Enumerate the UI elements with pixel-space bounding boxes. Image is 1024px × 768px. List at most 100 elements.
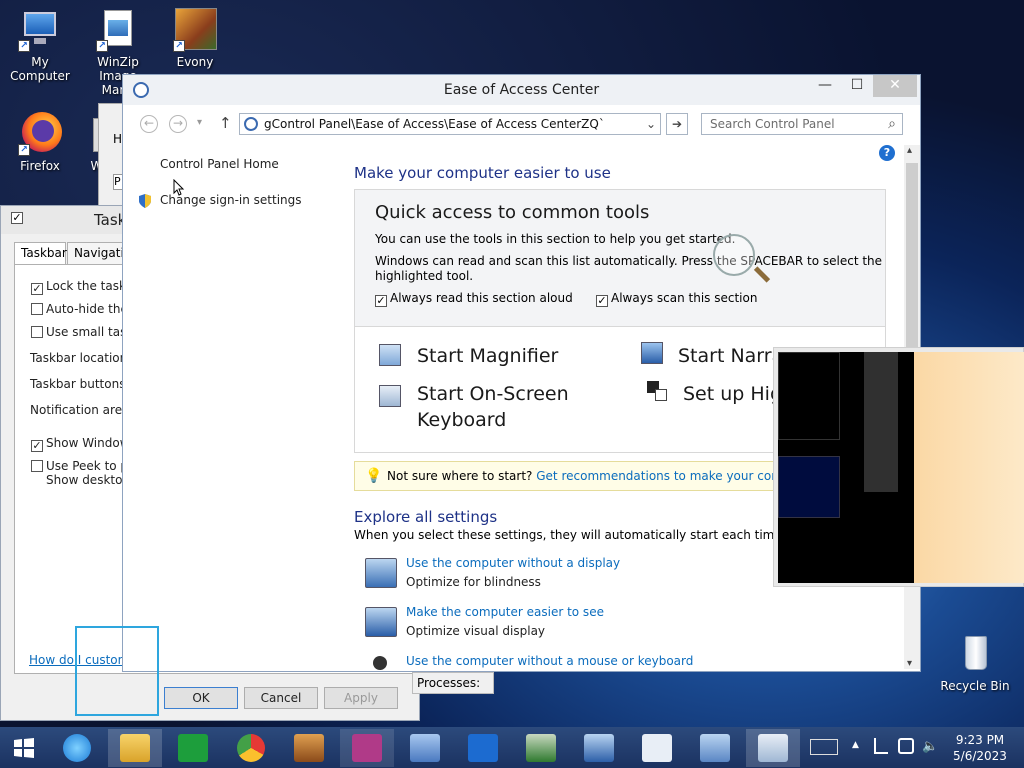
tab-taskbar[interactable]: Taskbar xyxy=(14,242,67,265)
cancel-button[interactable]: Cancel xyxy=(244,687,318,709)
desktop-icon-label: Firefox xyxy=(20,159,60,173)
taskbar-buttons-label: Taskbar buttons: xyxy=(30,377,130,391)
start-narrator-link[interactable]: Start Narra xyxy=(678,345,783,367)
explore-heading: Explore all settings xyxy=(354,508,498,526)
taskbar: ▲ 🔈 9:23 PM 5/6/2023 xyxy=(0,727,1024,768)
checklist-icon xyxy=(642,734,672,762)
show-hidden-icons[interactable]: ▲ xyxy=(852,740,859,750)
my-computer-icon[interactable]: ↗ My Computer xyxy=(0,8,80,83)
mail-icon xyxy=(468,734,498,762)
quick-access-title: Quick access to common tools xyxy=(375,202,650,223)
clock-time: 9:23 PM xyxy=(955,733,1005,747)
evony-icon[interactable]: ↗ Evony xyxy=(155,8,235,69)
clock[interactable]: 9:23 PM 5/6/2023 xyxy=(950,732,1010,764)
task-manager-icon xyxy=(526,734,556,762)
remote-taskbar[interactable] xyxy=(572,729,626,767)
explore-description: When you select these settings, they wil… xyxy=(354,528,837,542)
folder-icon xyxy=(120,734,150,762)
start-magnifier-link[interactable]: Start Magnifier xyxy=(417,345,558,367)
chrome-taskbar[interactable] xyxy=(224,729,278,767)
quick-access-line: You can use the tools in this section to… xyxy=(375,232,736,246)
always-scan-checkbox[interactable]: ✓ Always scan this section xyxy=(596,291,757,307)
media-icon xyxy=(294,734,324,762)
scroll-down-icon[interactable]: ▾ xyxy=(907,658,912,669)
forward-arrow-icon[interactable]: → xyxy=(169,115,187,133)
control-panel-taskbar[interactable] xyxy=(398,729,452,767)
network-icon[interactable] xyxy=(898,738,914,754)
media-taskbar[interactable] xyxy=(282,729,336,767)
start-button[interactable] xyxy=(0,729,48,767)
checkbox[interactable]: ✓ xyxy=(31,283,43,295)
chrome-icon xyxy=(237,734,265,762)
maximize-button[interactable]: ☐ xyxy=(841,75,873,97)
checkbox[interactable] xyxy=(31,326,43,338)
quick-access-line: highlighted tool. xyxy=(375,269,474,283)
control-panel-icon xyxy=(410,734,440,762)
address-bar[interactable]: gControl Panel\Ease of Access\Ease of Ac… xyxy=(239,113,661,135)
apply-button[interactable]: Apply xyxy=(324,687,398,709)
desktop-icon-label: My Computer xyxy=(10,55,70,83)
monitor-setting-icon xyxy=(365,607,397,637)
task-manager-status: Processes: xyxy=(412,672,494,694)
checkbox[interactable] xyxy=(31,303,43,315)
windows-logo-icon xyxy=(14,738,34,758)
internet-explorer-taskbar[interactable] xyxy=(50,729,104,767)
camera-taskbar[interactable] xyxy=(340,729,394,767)
shield-icon xyxy=(137,193,153,212)
magnifier-tool-icon xyxy=(379,344,401,366)
ease-of-access-taskbar[interactable] xyxy=(746,729,800,767)
preview-thumbnail-panel xyxy=(773,347,1024,587)
mouse-cursor-icon xyxy=(173,178,185,200)
set-up-high-contrast-link[interactable]: Set up Hig xyxy=(683,383,782,405)
lightbulb-icon: 💡 xyxy=(365,468,383,484)
up-arrow-icon[interactable]: ↑ xyxy=(219,114,232,132)
navigation-bar: ← → ▾ ↑ gControl Panel\Ease of Access\Ea… xyxy=(123,107,920,137)
start-osk-link[interactable]: Start On-Screen Keyboard xyxy=(417,383,569,435)
search-input[interactable]: Search Control Panel ⌕ xyxy=(701,113,903,135)
always-read-checkbox[interactable]: ✓ Always read this section aloud xyxy=(375,291,573,307)
monitor-icon xyxy=(584,734,614,762)
high-contrast-tool-icon xyxy=(647,381,669,403)
scroll-up-icon[interactable]: ▴ xyxy=(907,145,912,156)
volume-icon[interactable]: 🔈 xyxy=(922,739,938,754)
address-ease-icon xyxy=(244,117,258,131)
person-setting-icon xyxy=(373,656,387,670)
file-explorer-taskbar[interactable] xyxy=(108,729,162,767)
address-text: gControl Panel\Ease of Access\Ease of Ac… xyxy=(264,117,605,131)
checkbox[interactable]: ✓ xyxy=(31,440,43,452)
flag-icon[interactable] xyxy=(874,738,888,754)
recycle-bin-icon[interactable]: Recycle Bin xyxy=(935,632,1015,693)
help-icon[interactable]: ? xyxy=(879,145,895,161)
window-icon xyxy=(700,734,730,762)
back-arrow-icon[interactable]: ← xyxy=(140,115,158,133)
ok-button[interactable]: OK xyxy=(164,687,238,709)
title-bar: Ease of Access Center — ☐ ✕ xyxy=(123,75,920,105)
go-arrow-icon[interactable]: ➔ xyxy=(666,113,688,135)
control-panel-home-link[interactable]: Control Panel Home xyxy=(160,157,279,171)
desktop-icon-label: Evony xyxy=(176,55,214,69)
quick-access-section: Quick access to common tools You can use… xyxy=(354,189,886,327)
display-setting-icon xyxy=(365,558,397,588)
keyboard-icon[interactable] xyxy=(810,739,838,755)
recent-pages-icon[interactable]: ▾ xyxy=(197,117,202,128)
close-button[interactable]: ✕ xyxy=(873,75,917,97)
store-icon xyxy=(178,734,208,762)
narrator-tool-icon xyxy=(641,342,663,364)
page-heading: Make your computer easier to use xyxy=(354,164,611,182)
mail-taskbar[interactable] xyxy=(456,729,510,767)
notification-area-label: Notification area: xyxy=(30,403,134,417)
store-taskbar[interactable] xyxy=(166,729,220,767)
ease-of-access-taskbar-icon xyxy=(758,734,788,762)
window-taskbar[interactable] xyxy=(688,729,742,767)
checklist-taskbar[interactable] xyxy=(630,729,684,767)
minimize-button[interactable]: — xyxy=(809,75,841,97)
keyboard-tool-icon xyxy=(379,385,401,407)
task-manager-taskbar[interactable] xyxy=(514,729,568,767)
address-dropdown-icon[interactable]: ⌄ xyxy=(646,114,656,134)
magnifying-glass-icon xyxy=(713,234,755,276)
firefox-icon[interactable]: ↗ Firefox xyxy=(0,112,80,173)
computer-icon: ↗ xyxy=(18,8,62,52)
checkbox[interactable] xyxy=(31,460,43,472)
search-icon[interactable]: ⌕ xyxy=(888,114,896,134)
clock-date: 5/6/2023 xyxy=(953,749,1007,763)
